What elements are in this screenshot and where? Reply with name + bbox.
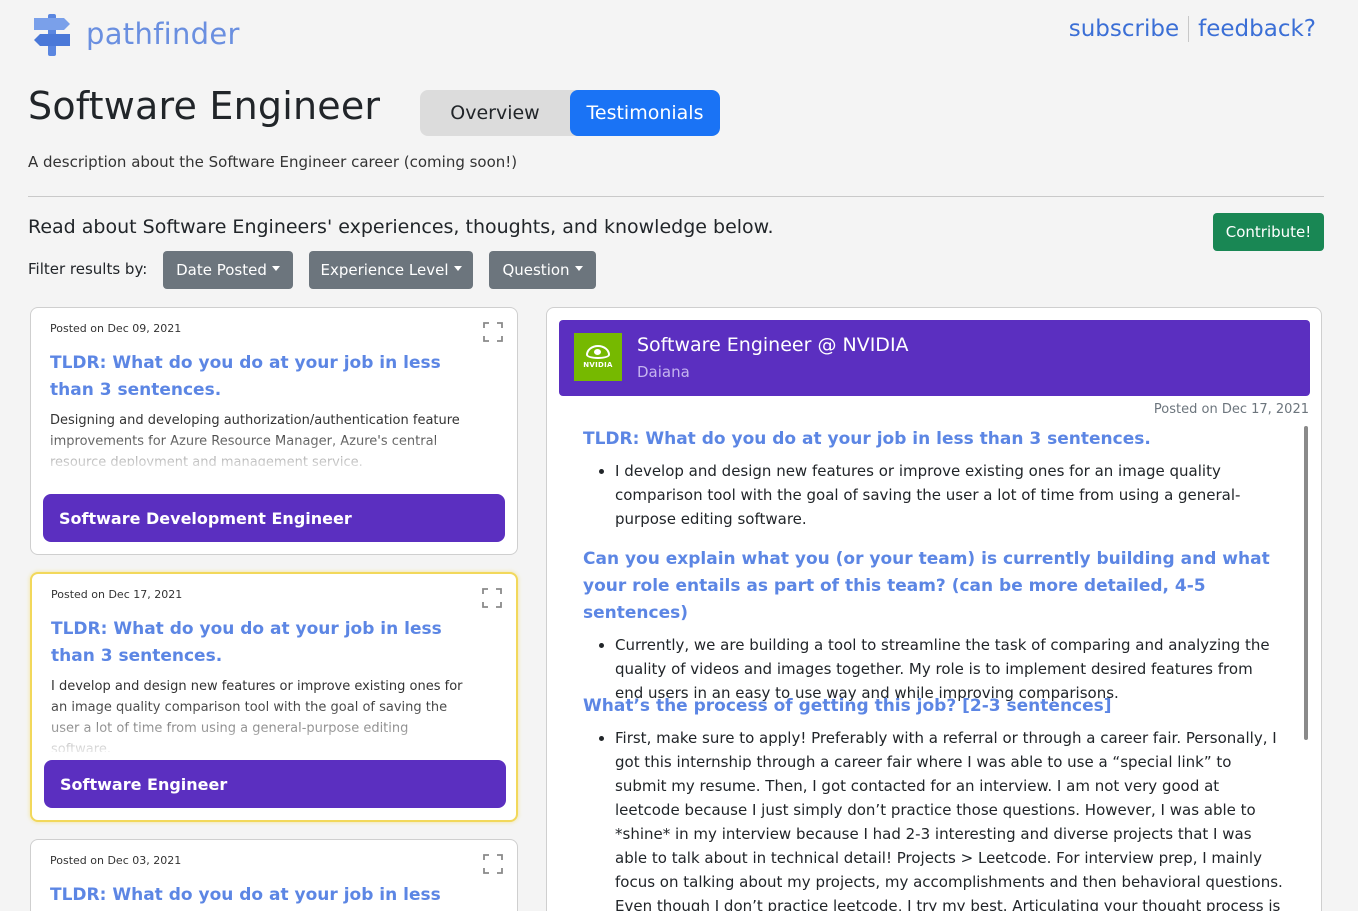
testimonial-card-selected[interactable]: Posted on Dec 17, 2021 TLDR: What do you… — [30, 572, 518, 822]
filter-experience-level-label: Experience Level — [320, 261, 449, 279]
card-question: TLDR: What do you do at your job in less… — [51, 619, 442, 666]
top-links: subscribe feedback? — [1069, 16, 1316, 42]
filter-question-label: Question — [502, 261, 570, 279]
caret-down-icon — [453, 265, 462, 271]
brand-name: pathfinder — [86, 17, 240, 51]
testimonial-card[interactable]: Posted on Dec 03, 2021 TLDR: What do you… — [30, 839, 518, 911]
card-role-button[interactable]: Software Development Engineer — [43, 494, 505, 542]
card-question: TLDR: What do you do at your job in less… — [50, 353, 441, 400]
page-title: Software Engineer — [28, 84, 381, 128]
card-question: TLDR: What do you do at your job in less… — [50, 885, 441, 905]
detail-header: NVIDIA Software Engineer @ NVIDIA Daiana — [559, 320, 1310, 396]
expand-icon[interactable] — [483, 854, 503, 874]
logo-wordmark: NVIDIA — [583, 361, 613, 369]
expand-icon[interactable] — [482, 588, 502, 608]
qa-question: Can you explain what you (or your team) … — [583, 549, 1270, 623]
subscribe-link[interactable]: subscribe — [1069, 16, 1179, 42]
signpost-icon — [34, 14, 70, 56]
card-date: Posted on Dec 09, 2021 — [50, 322, 182, 335]
qa-answer-list: I develop and design new features or imp… — [583, 459, 1283, 531]
qa-answer: First, make sure to apply! Preferably wi… — [615, 726, 1283, 911]
expand-icon[interactable] — [483, 322, 503, 342]
card-date: Posted on Dec 17, 2021 — [51, 588, 183, 601]
qa-block: What’s the process of getting this job? … — [583, 693, 1283, 911]
qa-block: TLDR: What do you do at your job in less… — [583, 426, 1283, 531]
card-role-button[interactable]: Software Engineer — [44, 760, 506, 808]
career-description: A description about the Software Enginee… — [28, 153, 518, 171]
tab-testimonials[interactable]: Testimonials — [570, 90, 720, 136]
detail-title: Software Engineer @ NVIDIA — [637, 334, 909, 356]
link-divider — [1188, 16, 1190, 42]
qa-question: TLDR: What do you do at your job in less… — [583, 429, 1151, 449]
filter-date-posted-button[interactable]: Date Posted — [163, 251, 293, 289]
detail-author: Daiana — [637, 363, 690, 381]
brand-logo[interactable]: pathfinder — [30, 10, 240, 58]
qa-answer-list: First, make sure to apply! Preferably wi… — [583, 726, 1283, 911]
company-logo: NVIDIA — [574, 333, 622, 381]
filter-question-button[interactable]: Question — [489, 251, 596, 289]
feedback-link[interactable]: feedback? — [1198, 16, 1316, 42]
view-tabs: Overview Testimonials — [420, 90, 720, 136]
tab-overview[interactable]: Overview — [420, 90, 570, 136]
filter-experience-level-button[interactable]: Experience Level — [309, 251, 473, 289]
detail-scrollbar[interactable] — [1304, 426, 1308, 740]
testimonial-detail: NVIDIA Software Engineer @ NVIDIA Daiana… — [546, 307, 1322, 911]
caret-down-icon — [271, 265, 280, 271]
card-date: Posted on Dec 03, 2021 — [50, 854, 182, 867]
filter-label: Filter results by: — [28, 260, 148, 278]
qa-block: Can you explain what you (or your team) … — [583, 546, 1283, 705]
testimonial-card[interactable]: Posted on Dec 09, 2021 TLDR: What do you… — [30, 307, 518, 555]
divider — [28, 196, 1324, 197]
qa-question: What’s the process of getting this job? … — [583, 696, 1112, 716]
card-fade — [32, 700, 502, 756]
caret-down-icon — [574, 265, 583, 271]
top-bar: pathfinder subscribe feedback? — [0, 0, 1358, 70]
card-fade — [31, 430, 501, 472]
detail-date: Posted on Dec 17, 2021 — [1153, 402, 1309, 417]
testimonials-intro: Read about Software Engineers' experienc… — [28, 216, 774, 238]
nvidia-eye-icon — [586, 345, 610, 359]
qa-answer: I develop and design new features or imp… — [615, 459, 1283, 531]
contribute-button[interactable]: Contribute! — [1213, 213, 1324, 251]
filter-date-posted-label: Date Posted — [176, 261, 267, 279]
